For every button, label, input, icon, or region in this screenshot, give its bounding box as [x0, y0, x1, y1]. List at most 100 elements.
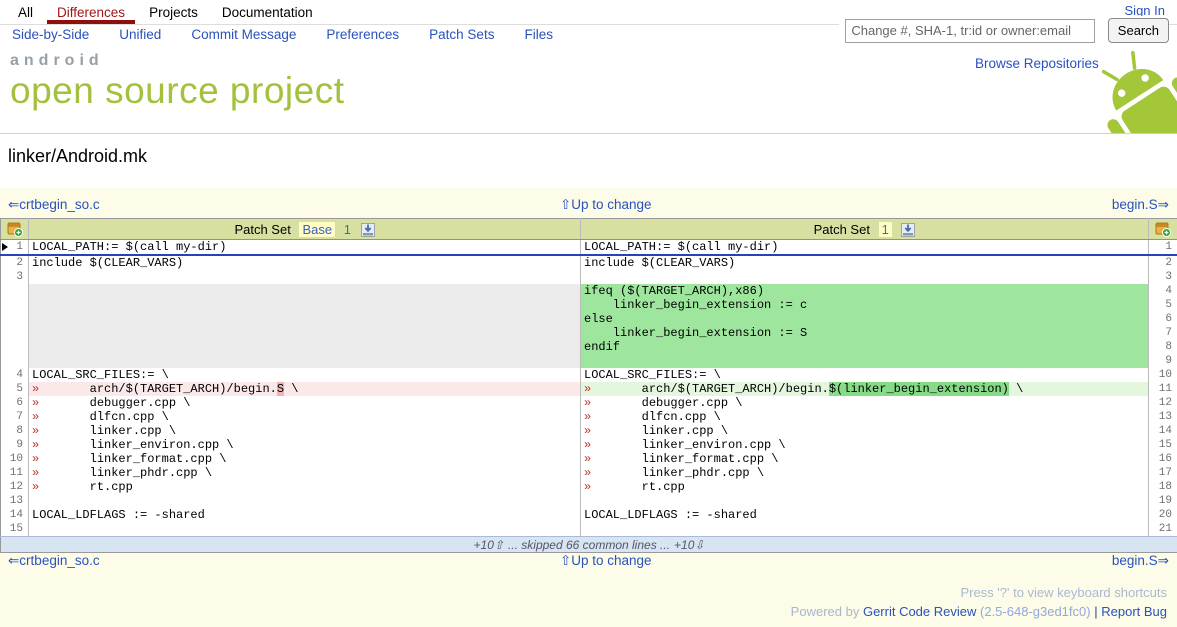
line-number-left: 6	[1, 396, 29, 410]
code-cell-right[interactable]: LOCAL_LDFLAGS := -shared	[581, 508, 1149, 522]
tab-differences[interactable]: Differences	[45, 0, 137, 23]
tab-patch-sets[interactable]: Patch Sets	[429, 27, 494, 42]
footer: Press '?' to view keyboard shortcuts Pow…	[791, 583, 1167, 621]
code-cell-left[interactable]	[29, 326, 581, 340]
code-cell-left[interactable]: » arch/$(TARGET_ARCH)/begin.S \	[29, 382, 581, 396]
tab-preferences[interactable]: Preferences	[326, 27, 399, 42]
diff-row: 2include $(CLEAR_VARS)include $(CLEAR_VA…	[1, 255, 1177, 270]
page-title: linker/Android.mk	[8, 146, 147, 167]
diff-row: 1LOCAL_PATH:= $(call my-dir)LOCAL_PATH:=…	[1, 240, 1177, 256]
code-cell-right[interactable]: » debugger.cpp \	[581, 396, 1149, 410]
code-cell-right[interactable]: » linker_phdr.cpp \	[581, 466, 1149, 480]
diff-row: 5» arch/$(TARGET_ARCH)/begin.S \» arch/$…	[1, 382, 1177, 396]
code-cell-left[interactable]	[29, 522, 581, 537]
diff-row: ifeq ($(TARGET_ARCH),x86)4	[1, 284, 1177, 298]
code-cell-left[interactable]: » linker_phdr.cpp \	[29, 466, 581, 480]
prev-file-link[interactable]: ⇐crtbegin_so.c	[8, 553, 100, 569]
line-number-right: 3	[1149, 270, 1177, 284]
line-number-right: 5	[1149, 298, 1177, 312]
download-patch-icon-right[interactable]	[901, 223, 915, 237]
code-cell-right[interactable]: » arch/$(TARGET_ARCH)/begin.$(linker_beg…	[581, 382, 1149, 396]
code-cell-left[interactable]: » linker.cpp \	[29, 424, 581, 438]
tab-files[interactable]: Files	[524, 27, 553, 42]
line-number-left: 3	[1, 270, 29, 284]
gerrit-code-review-link[interactable]: Gerrit Code Review	[863, 604, 976, 619]
code-cell-right[interactable]: » linker_format.cpp \	[581, 452, 1149, 466]
code-cell-left[interactable]: » debugger.cpp \	[29, 396, 581, 410]
up-to-change-link[interactable]: ⇧Up to change	[560, 197, 652, 213]
open-source-project-wordmark: open source project	[10, 71, 344, 111]
code-cell-right[interactable]: endif	[581, 340, 1149, 354]
line-number-right: 1	[1149, 240, 1177, 256]
line-number-right: 16	[1149, 452, 1177, 466]
patch-set-option-1-left[interactable]: 1	[344, 222, 351, 237]
code-cell-right[interactable]: ifeq ($(TARGET_ARCH),x86)	[581, 284, 1149, 298]
search-button[interactable]: Search	[1108, 18, 1169, 43]
report-bug-link[interactable]: Report Bug	[1101, 604, 1167, 619]
code-cell-left[interactable]	[29, 284, 581, 298]
diff-row: 14LOCAL_LDFLAGS := -sharedLOCAL_LDFLAGS …	[1, 508, 1177, 522]
tab-commit-message[interactable]: Commit Message	[191, 27, 296, 42]
code-cell-right[interactable]: » linker.cpp \	[581, 424, 1149, 438]
expand-down-link[interactable]: +10⇩	[674, 538, 704, 552]
tab-projects[interactable]: Projects	[137, 0, 210, 23]
code-cell-right[interactable]: LOCAL_SRC_FILES:= \	[581, 368, 1149, 382]
code-cell-left[interactable]: » rt.cpp	[29, 480, 581, 494]
browse-repositories-link[interactable]: Browse Repositories	[975, 56, 1099, 71]
code-cell-left[interactable]: LOCAL_PATH:= $(call my-dir)	[29, 240, 581, 256]
add-file-comment-icon[interactable]	[1155, 221, 1171, 237]
code-cell-right[interactable]: else	[581, 312, 1149, 326]
diff-row: linker_begin_extension := S7	[1, 326, 1177, 340]
code-cell-right[interactable]: linker_begin_extension := S	[581, 326, 1149, 340]
code-cell-left[interactable]: include $(CLEAR_VARS)	[29, 255, 581, 270]
line-number-left	[1, 354, 29, 368]
code-cell-left[interactable]	[29, 298, 581, 312]
diff-row: 1319	[1, 494, 1177, 508]
code-cell-left[interactable]	[29, 494, 581, 508]
line-number-left: 12	[1, 480, 29, 494]
diff-row: 11» linker_phdr.cpp \» linker_phdr.cpp \…	[1, 466, 1177, 480]
code-cell-right[interactable]	[581, 522, 1149, 537]
next-file-link[interactable]: begin.S⇒	[1112, 553, 1169, 569]
code-cell-left[interactable]: » dlfcn.cpp \	[29, 410, 581, 424]
next-file-link[interactable]: begin.S⇒	[1112, 197, 1169, 213]
gerrit-version: (2.5-648-g3ed1fc0)	[980, 604, 1091, 619]
code-cell-right[interactable]	[581, 494, 1149, 508]
patch-set-option-base[interactable]: Base	[299, 222, 335, 237]
line-number-right: 12	[1149, 396, 1177, 410]
code-cell-left[interactable]: » linker_format.cpp \	[29, 452, 581, 466]
tab-side-by-side[interactable]: Side-by-Side	[12, 27, 89, 42]
right-file-comment-cell	[1149, 219, 1177, 240]
patch-set-option-1-right[interactable]: 1	[879, 222, 892, 237]
up-to-change-link[interactable]: ⇧Up to change	[560, 553, 652, 569]
code-cell-right[interactable]	[581, 354, 1149, 368]
aosp-logo: android open source project	[10, 52, 344, 111]
code-cell-right[interactable]: » rt.cpp	[581, 480, 1149, 494]
code-cell-left[interactable]	[29, 312, 581, 326]
code-cell-left[interactable]: LOCAL_LDFLAGS := -shared	[29, 508, 581, 522]
prev-file-link[interactable]: ⇐crtbegin_so.c	[8, 197, 100, 213]
tab-documentation[interactable]: Documentation	[210, 0, 325, 23]
code-cell-right[interactable]: LOCAL_PATH:= $(call my-dir)	[581, 240, 1149, 256]
code-cell-left[interactable]	[29, 270, 581, 284]
code-cell-left[interactable]	[29, 354, 581, 368]
line-number-right: 7	[1149, 326, 1177, 340]
search-input[interactable]	[845, 19, 1095, 43]
code-cell-left[interactable]	[29, 340, 581, 354]
line-number-left: 7	[1, 410, 29, 424]
line-number-left: 14	[1, 508, 29, 522]
left-file-comment-cell	[1, 219, 29, 240]
line-number-left: 13	[1, 494, 29, 508]
code-cell-right[interactable]: include $(CLEAR_VARS)	[581, 255, 1149, 270]
code-cell-right[interactable]	[581, 270, 1149, 284]
download-patch-icon-left[interactable]	[361, 223, 375, 237]
code-cell-right[interactable]: » dlfcn.cpp \	[581, 410, 1149, 424]
tab-unified[interactable]: Unified	[119, 27, 161, 42]
add-file-comment-icon[interactable]	[7, 221, 23, 237]
code-cell-left[interactable]: » linker_environ.cpp \	[29, 438, 581, 452]
expand-up-link[interactable]: +10⇧	[474, 538, 504, 552]
code-cell-right[interactable]: linker_begin_extension := c	[581, 298, 1149, 312]
tab-all[interactable]: All	[6, 0, 45, 23]
code-cell-left[interactable]: LOCAL_SRC_FILES:= \	[29, 368, 581, 382]
code-cell-right[interactable]: » linker_environ.cpp \	[581, 438, 1149, 452]
